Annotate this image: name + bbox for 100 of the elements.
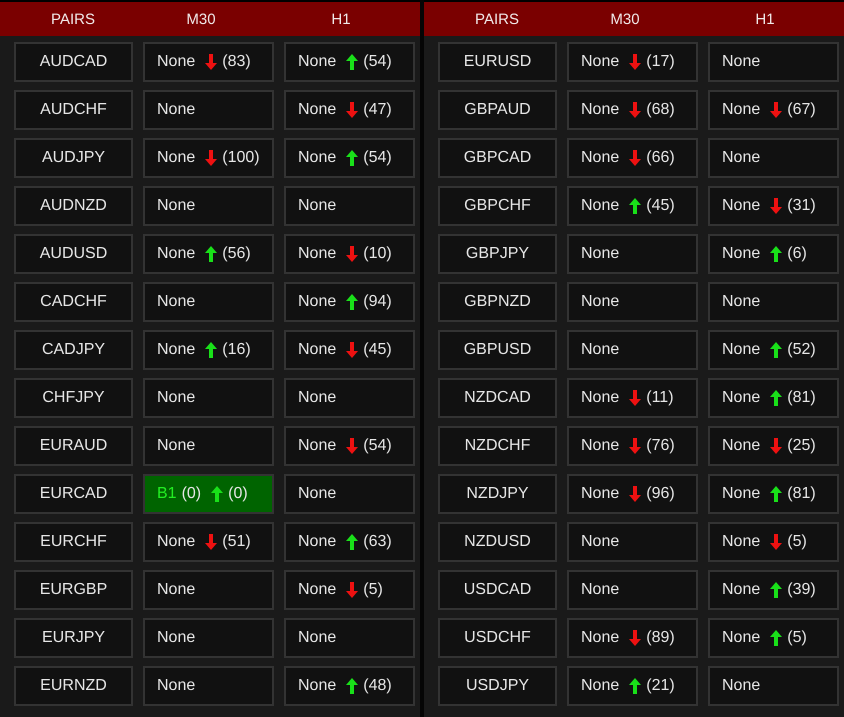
signal-label: None xyxy=(298,389,336,407)
pair-cell: NZDJPY xyxy=(438,474,557,514)
signal-label: None xyxy=(722,485,760,503)
signal-label: None xyxy=(722,53,760,71)
column-header: H1 xyxy=(754,10,776,28)
signal-label: None xyxy=(722,293,760,311)
strength-count: (66) xyxy=(646,149,675,167)
pair-cell: EURCAD xyxy=(14,474,133,514)
column-header: M30 xyxy=(185,10,217,28)
strength-count: (0) xyxy=(228,485,248,503)
signal-label: None xyxy=(298,629,336,647)
pair-cell: CADCHF xyxy=(14,282,133,322)
strength-count: (56) xyxy=(222,245,251,263)
strength-count: (83) xyxy=(222,53,251,71)
signal-label: None xyxy=(298,53,336,71)
signal-label: None xyxy=(722,437,760,455)
pair-cell: GBPJPY xyxy=(438,234,557,274)
signal-label: None xyxy=(157,581,196,599)
signal-label: None xyxy=(298,485,336,503)
strength-count: (52) xyxy=(787,341,816,359)
signal-label: None xyxy=(722,101,760,119)
signal-label: None xyxy=(298,533,336,551)
signal-label: None xyxy=(157,293,196,311)
pair-cell: NZDCAD xyxy=(438,378,557,418)
signal-label: None xyxy=(722,629,760,647)
pair-cell: AUDCAD xyxy=(14,42,133,82)
signal-label: None xyxy=(581,389,620,407)
signal-label: None xyxy=(298,677,336,695)
pair-cell: NZDUSD xyxy=(438,522,557,562)
signal-label: None xyxy=(298,581,336,599)
signal-label: None xyxy=(298,149,336,167)
pair-cell: EURAUD xyxy=(14,426,133,466)
strength-count: (76) xyxy=(646,437,675,455)
strength-count: (21) xyxy=(646,677,675,695)
pair-cell: NZDCHF xyxy=(438,426,557,466)
strength-count: (5) xyxy=(363,581,383,599)
strength-count: (100) xyxy=(222,149,260,167)
signal-label: None xyxy=(298,245,336,263)
strength-count: (68) xyxy=(646,101,675,119)
signal-label: None xyxy=(722,533,760,551)
signal-label: None xyxy=(722,245,760,263)
signal-label: None xyxy=(157,341,196,359)
pair-cell: AUDCHF xyxy=(14,90,133,130)
strength-count: (96) xyxy=(646,485,675,503)
pair-cell: USDCAD xyxy=(438,570,557,610)
strength-count: (45) xyxy=(646,197,675,215)
signal-label: None xyxy=(581,533,620,551)
signal-label: None xyxy=(581,293,620,311)
strength-count: (54) xyxy=(363,53,392,71)
strength-count: (54) xyxy=(363,149,392,167)
strength-count: (11) xyxy=(646,389,674,407)
pair-cell: GBPCAD xyxy=(438,138,557,178)
signal-label: None xyxy=(298,197,336,215)
pair-cell: GBPNZD xyxy=(438,282,557,322)
pair-cell: EURNZD xyxy=(14,666,133,706)
signal-label: None xyxy=(581,581,620,599)
pair-cell: AUDJPY xyxy=(14,138,133,178)
signal-label: None xyxy=(157,197,196,215)
strength-count: (16) xyxy=(222,341,251,359)
signal-label: None xyxy=(157,149,196,167)
signal-label: None xyxy=(581,197,620,215)
strength-count: (81) xyxy=(787,485,816,503)
strength-count: (94) xyxy=(363,293,392,311)
column-header: M30 xyxy=(609,10,641,28)
signal-label: None xyxy=(581,437,620,455)
strength-count: (48) xyxy=(363,677,392,695)
signal-label: None xyxy=(581,245,620,263)
strength-count: (39) xyxy=(787,581,816,599)
column-header: PAIRS xyxy=(50,10,96,28)
pair-cell: EURJPY xyxy=(14,618,133,658)
strength-count: (89) xyxy=(646,629,675,647)
pair-cell: CHFJPY xyxy=(14,378,133,418)
strength-count: (5) xyxy=(787,629,807,647)
signal-label: None xyxy=(581,677,620,695)
signal-label: B1 xyxy=(157,485,177,503)
signal-label: None xyxy=(157,629,196,647)
strength-count: (81) xyxy=(787,389,816,407)
signal-label: None xyxy=(298,341,336,359)
signal-count: (0) xyxy=(182,485,202,503)
pair-cell: GBPAUD xyxy=(438,90,557,130)
signal-label: None xyxy=(722,149,760,167)
signal-label: None xyxy=(722,581,760,599)
strength-count: (6) xyxy=(787,245,807,263)
signal-label: None xyxy=(722,341,760,359)
pair-cell: USDCHF xyxy=(438,618,557,658)
strength-count: (5) xyxy=(787,533,807,551)
pair-cell: GBPUSD xyxy=(438,330,557,370)
column-header: H1 xyxy=(330,10,352,28)
pair-cell: AUDUSD xyxy=(14,234,133,274)
signal-label: None xyxy=(722,677,760,695)
strength-count: (54) xyxy=(363,437,392,455)
signal-label: None xyxy=(157,101,196,119)
signal-label: None xyxy=(298,437,336,455)
column-header: PAIRS xyxy=(474,10,520,28)
strength-count: (47) xyxy=(363,101,392,119)
strength-count: (51) xyxy=(222,533,251,551)
signal-label: None xyxy=(722,197,760,215)
strength-count: (67) xyxy=(787,101,816,119)
strength-count: (10) xyxy=(363,245,392,263)
pair-cell: CADJPY xyxy=(14,330,133,370)
